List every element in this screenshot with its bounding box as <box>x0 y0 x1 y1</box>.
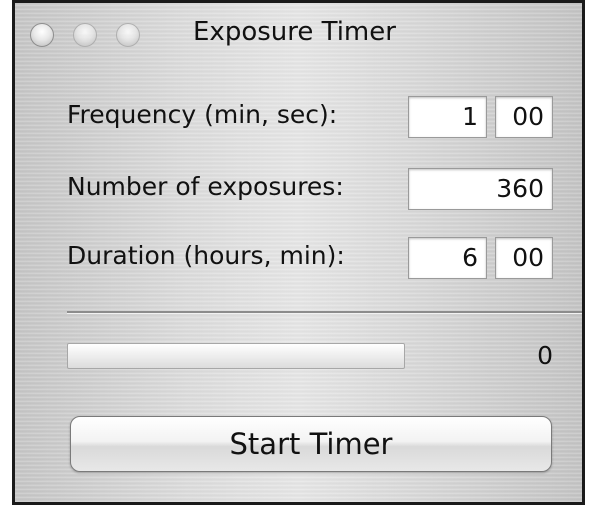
progress-bar <box>67 343 405 369</box>
title-bar: Exposure Timer <box>15 3 582 63</box>
separator <box>67 311 582 314</box>
frequency-minutes-field[interactable]: 1 <box>408 96 487 138</box>
frequency-label: Frequency (min, sec): <box>67 100 338 129</box>
exposures-label: Number of exposures: <box>67 172 344 201</box>
minimize-button[interactable] <box>73 23 97 47</box>
window-title: Exposure Timer <box>193 17 396 47</box>
exposure-count: 0 <box>537 341 553 370</box>
frequency-seconds-field[interactable]: 00 <box>495 96 553 138</box>
exposures-field[interactable]: 360 <box>408 168 553 210</box>
start-timer-button[interactable]: Start Timer <box>70 416 552 472</box>
exposure-timer-window: Exposure Timer Frequency (min, sec): 1 0… <box>12 0 585 505</box>
duration-hours-field[interactable]: 6 <box>408 237 487 279</box>
duration-label: Duration (hours, min): <box>67 241 345 270</box>
close-button[interactable] <box>30 23 54 47</box>
duration-minutes-field[interactable]: 00 <box>495 237 553 279</box>
zoom-button[interactable] <box>116 23 140 47</box>
